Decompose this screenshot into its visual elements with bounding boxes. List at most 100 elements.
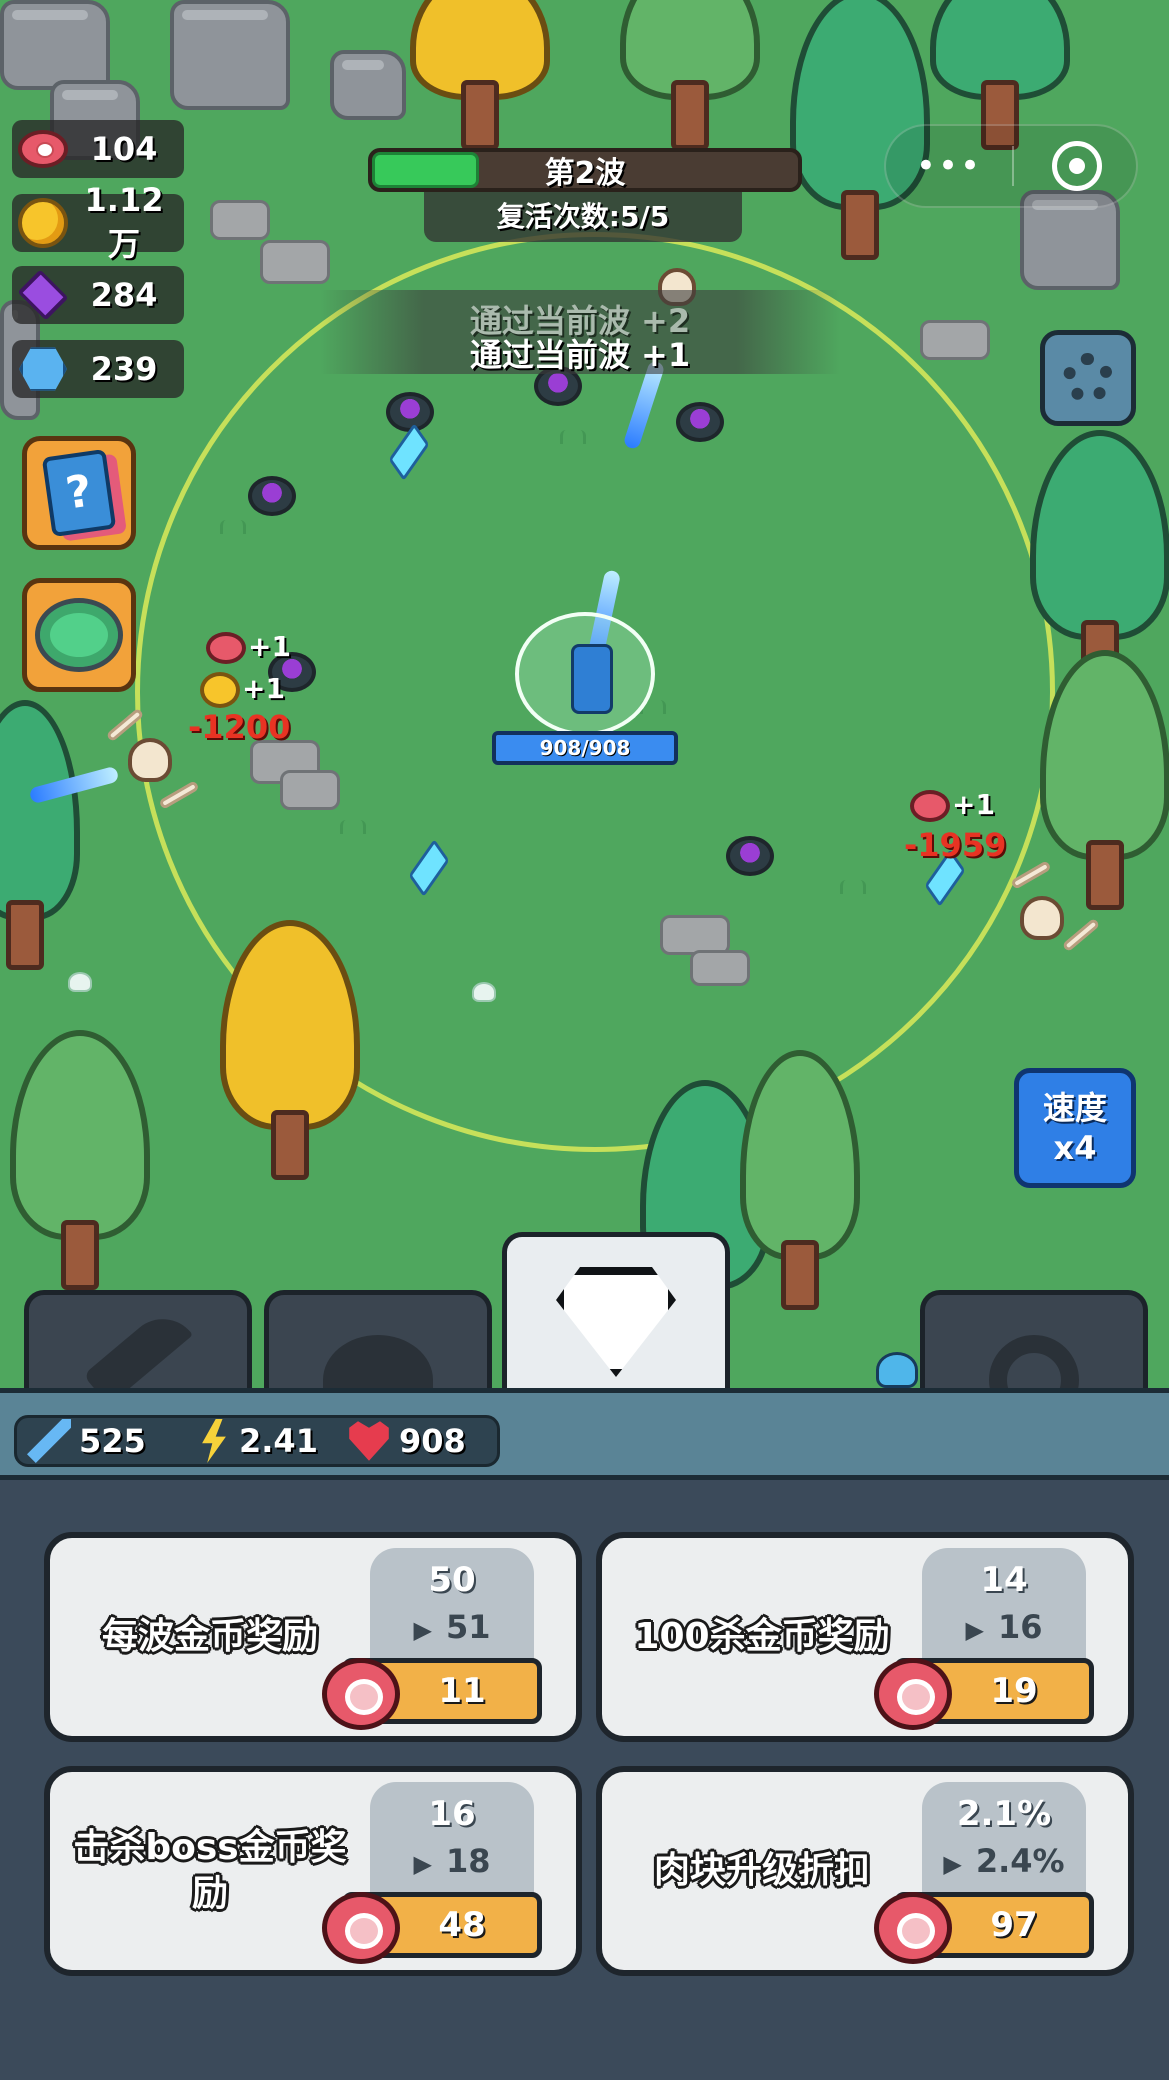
capsule-divider [1012, 146, 1014, 186]
flower [472, 982, 496, 1002]
gold-value: 1.12万 [84, 181, 164, 263]
sword-icon [27, 1419, 71, 1463]
portal-icon [35, 598, 123, 672]
gold-pickup-label: +1 [242, 672, 285, 705]
menu-capsule: ••• [884, 124, 1138, 208]
stats-bar: 525 2.41 908 [0, 1388, 1169, 1480]
health-stat: 908 [337, 1419, 497, 1463]
npc-character [876, 1352, 918, 1388]
tree [740, 1050, 860, 1310]
damage-number: -1959 [904, 826, 1007, 864]
meat-pickup-label: +1 [248, 630, 291, 663]
rock [330, 50, 406, 120]
skull [1020, 896, 1064, 940]
meat-pickup-label: +1 [952, 788, 995, 821]
tree [0, 700, 80, 970]
speed-label: 速度 [1042, 1089, 1107, 1127]
crystal-counter: 239 [12, 340, 184, 398]
purple-gem-icon [14, 266, 72, 324]
tab-economy[interactable] [502, 1232, 730, 1402]
upgrade-card: 每波金币奖励 50 ▶ 51 11 [44, 1532, 582, 1742]
stone-path [260, 240, 330, 284]
arrow-icon: ▶ [413, 1850, 432, 1878]
wave-reward-toast: 通过当前波 +2 通过当前波 +1 [320, 290, 840, 374]
settings-button[interactable] [1040, 330, 1136, 426]
arrow-icon: ▶ [413, 1616, 432, 1644]
toast-current: 通过当前波 +1 [469, 336, 691, 374]
game-screen: 104 1.12万 284 239 ? 第2波 复活次数:5/5 ••• 通过当… [0, 0, 1169, 2080]
stats-pill: 525 2.41 908 [14, 1415, 500, 1467]
attack-speed-stat: 2.41 [187, 1419, 337, 1463]
gem-value: 284 [90, 276, 158, 314]
attack-stat: 525 [17, 1419, 187, 1463]
hero-hp-bar: 908/908 [492, 731, 678, 765]
gold-pickup: +1 [200, 672, 285, 708]
tab-health[interactable] [264, 1290, 492, 1400]
gold-counter: 1.12万 [12, 181, 184, 263]
stone-path [210, 200, 270, 240]
damage-number: -1200 [188, 708, 291, 746]
stone-path [920, 320, 990, 360]
upgrade-title: 100杀金币奖励 [634, 1616, 890, 1657]
lightning-icon [202, 1419, 226, 1463]
meat-icon [910, 790, 950, 822]
next-value-row: ▶ 51 [370, 1608, 534, 1646]
question-cards-icon: ? [41, 448, 117, 538]
enemy [248, 476, 296, 516]
upgrade-values: 14 ▶ 16 [922, 1548, 1086, 1672]
meat-pickup: +1 [910, 788, 995, 822]
speed-button[interactable]: 速度 x4 [1014, 1068, 1136, 1188]
next-value: 18 [445, 1842, 491, 1880]
tree [10, 1030, 150, 1290]
close-target-icon[interactable] [1052, 141, 1102, 191]
rock [170, 0, 290, 110]
upgrade-title: 击杀boss金币奖励 [73, 1827, 347, 1914]
next-value-row: ▶ 18 [370, 1842, 534, 1880]
next-value: 51 [445, 1608, 491, 1646]
next-value: 16 [997, 1608, 1043, 1646]
upgrade-card: 肉块升级折扣 2.1% ▶ 2.4% 97 [596, 1766, 1134, 1976]
arrow-icon: ▶ [943, 1850, 962, 1878]
upgrade-title: 每波金币奖励 [101, 1616, 318, 1657]
rock [0, 0, 110, 90]
sword-icon [83, 1304, 193, 1400]
tree-yellow [410, 0, 550, 150]
tree [620, 0, 760, 150]
diamond-icon [556, 1267, 676, 1377]
meat-icon [322, 1892, 400, 1964]
current-value: 50 [428, 1560, 476, 1600]
tab-settings[interactable] [920, 1290, 1148, 1400]
tree [1040, 650, 1169, 910]
next-value-row: ▶ 16 [922, 1608, 1086, 1646]
heart-icon [349, 1421, 389, 1461]
upgrade-values: 16 ▶ 18 [370, 1782, 534, 1906]
next-value-row: ▶ 2.4% [922, 1842, 1086, 1880]
enemy [726, 836, 774, 876]
speed-multiplier: x4 [1053, 1129, 1097, 1167]
gold-coin-icon [200, 672, 240, 708]
arrow-icon: ▶ [965, 1616, 984, 1644]
tree-yellow [220, 920, 360, 1180]
portal-button[interactable] [22, 578, 136, 692]
upgrade-card: 击杀boss金币奖励 16 ▶ 18 48 [44, 1766, 582, 1976]
tab-attack[interactable] [24, 1290, 252, 1400]
next-value: 2.4% [975, 1842, 1065, 1880]
cards-button[interactable]: ? [22, 436, 136, 550]
attack-value: 525 [79, 1422, 146, 1460]
meat-pickup: +1 [206, 630, 291, 664]
revive-count: 复活次数:5/5 [424, 192, 742, 242]
gem-counter: 284 [12, 266, 184, 324]
health-value: 908 [399, 1422, 466, 1460]
hero-character [515, 612, 655, 736]
upgrade-values: 50 ▶ 51 [370, 1548, 534, 1672]
bone [1061, 917, 1101, 953]
meat-icon [206, 632, 246, 664]
blue-crystal-icon [14, 340, 72, 398]
upgrade-panel: 每波金币奖励 50 ▶ 51 11 100杀金币奖励 14 ▶ 16 19 击杀bo… [0, 1480, 1169, 2080]
wave-label: 第2波 [544, 156, 626, 191]
gear-icon [1063, 353, 1113, 403]
more-menu-button[interactable]: ••• [886, 146, 1012, 186]
current-value: 14 [980, 1560, 1028, 1600]
gold-coin-icon [14, 194, 72, 252]
enemy [386, 392, 434, 432]
